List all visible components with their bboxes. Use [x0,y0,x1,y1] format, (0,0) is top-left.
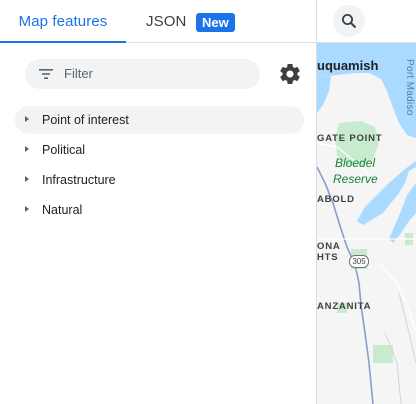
map-label-area: ANZANITA [317,301,372,312]
tree-item-label: Infrastructure [42,173,116,187]
map-label-road: Port Madiso [404,59,415,116]
map-preview[interactable]: uquamish Port Madiso GATE POINT Bloedel … [317,43,416,404]
tab-map-features[interactable]: Map features [0,0,126,43]
map-features-panel: Map features JSON New Filter Point of in… [0,0,317,404]
filter-input[interactable]: Filter [25,59,260,89]
map-toolbar [317,0,416,43]
caret-right-icon[interactable] [25,206,29,212]
tree-item-label: Political [42,143,86,157]
tab-json-label: JSON [146,13,187,30]
tab-bar: Map features JSON New [0,0,316,43]
tree-item-political[interactable]: Political [15,136,304,164]
map-label-park-line1: Bloedel [335,156,376,170]
tree-item-label: Natural [42,203,83,217]
gear-icon[interactable] [278,62,302,86]
map-base [317,43,416,404]
tab-json[interactable]: JSON [146,0,186,42]
map-label-area: ONA [317,241,341,252]
tree-item-point-of-interest[interactable]: Point of interest [15,106,304,134]
search-button[interactable] [333,5,365,37]
map-label-area: HTS [317,252,339,263]
caret-right-icon[interactable] [25,116,29,122]
search-icon [342,14,357,29]
route-shield: 305 [349,255,369,268]
map-label-town: uquamish [317,58,379,73]
tree-item-label: Point of interest [42,113,129,127]
filter-placeholder: Filter [64,66,93,81]
active-tab-indicator [0,41,126,43]
map-label-park-line2: Reserve [333,172,378,186]
tab-map-features-label: Map features [18,13,108,30]
caret-right-icon[interactable] [25,176,29,182]
filter-icon [39,69,53,79]
new-badge: New [196,13,235,32]
tree-item-infrastructure[interactable]: Infrastructure [15,166,304,194]
map-label-area: GATE POINT [317,133,383,144]
map-label-area: ABOLD [317,194,355,205]
caret-right-icon[interactable] [25,146,29,152]
tree-item-natural[interactable]: Natural [15,196,304,224]
